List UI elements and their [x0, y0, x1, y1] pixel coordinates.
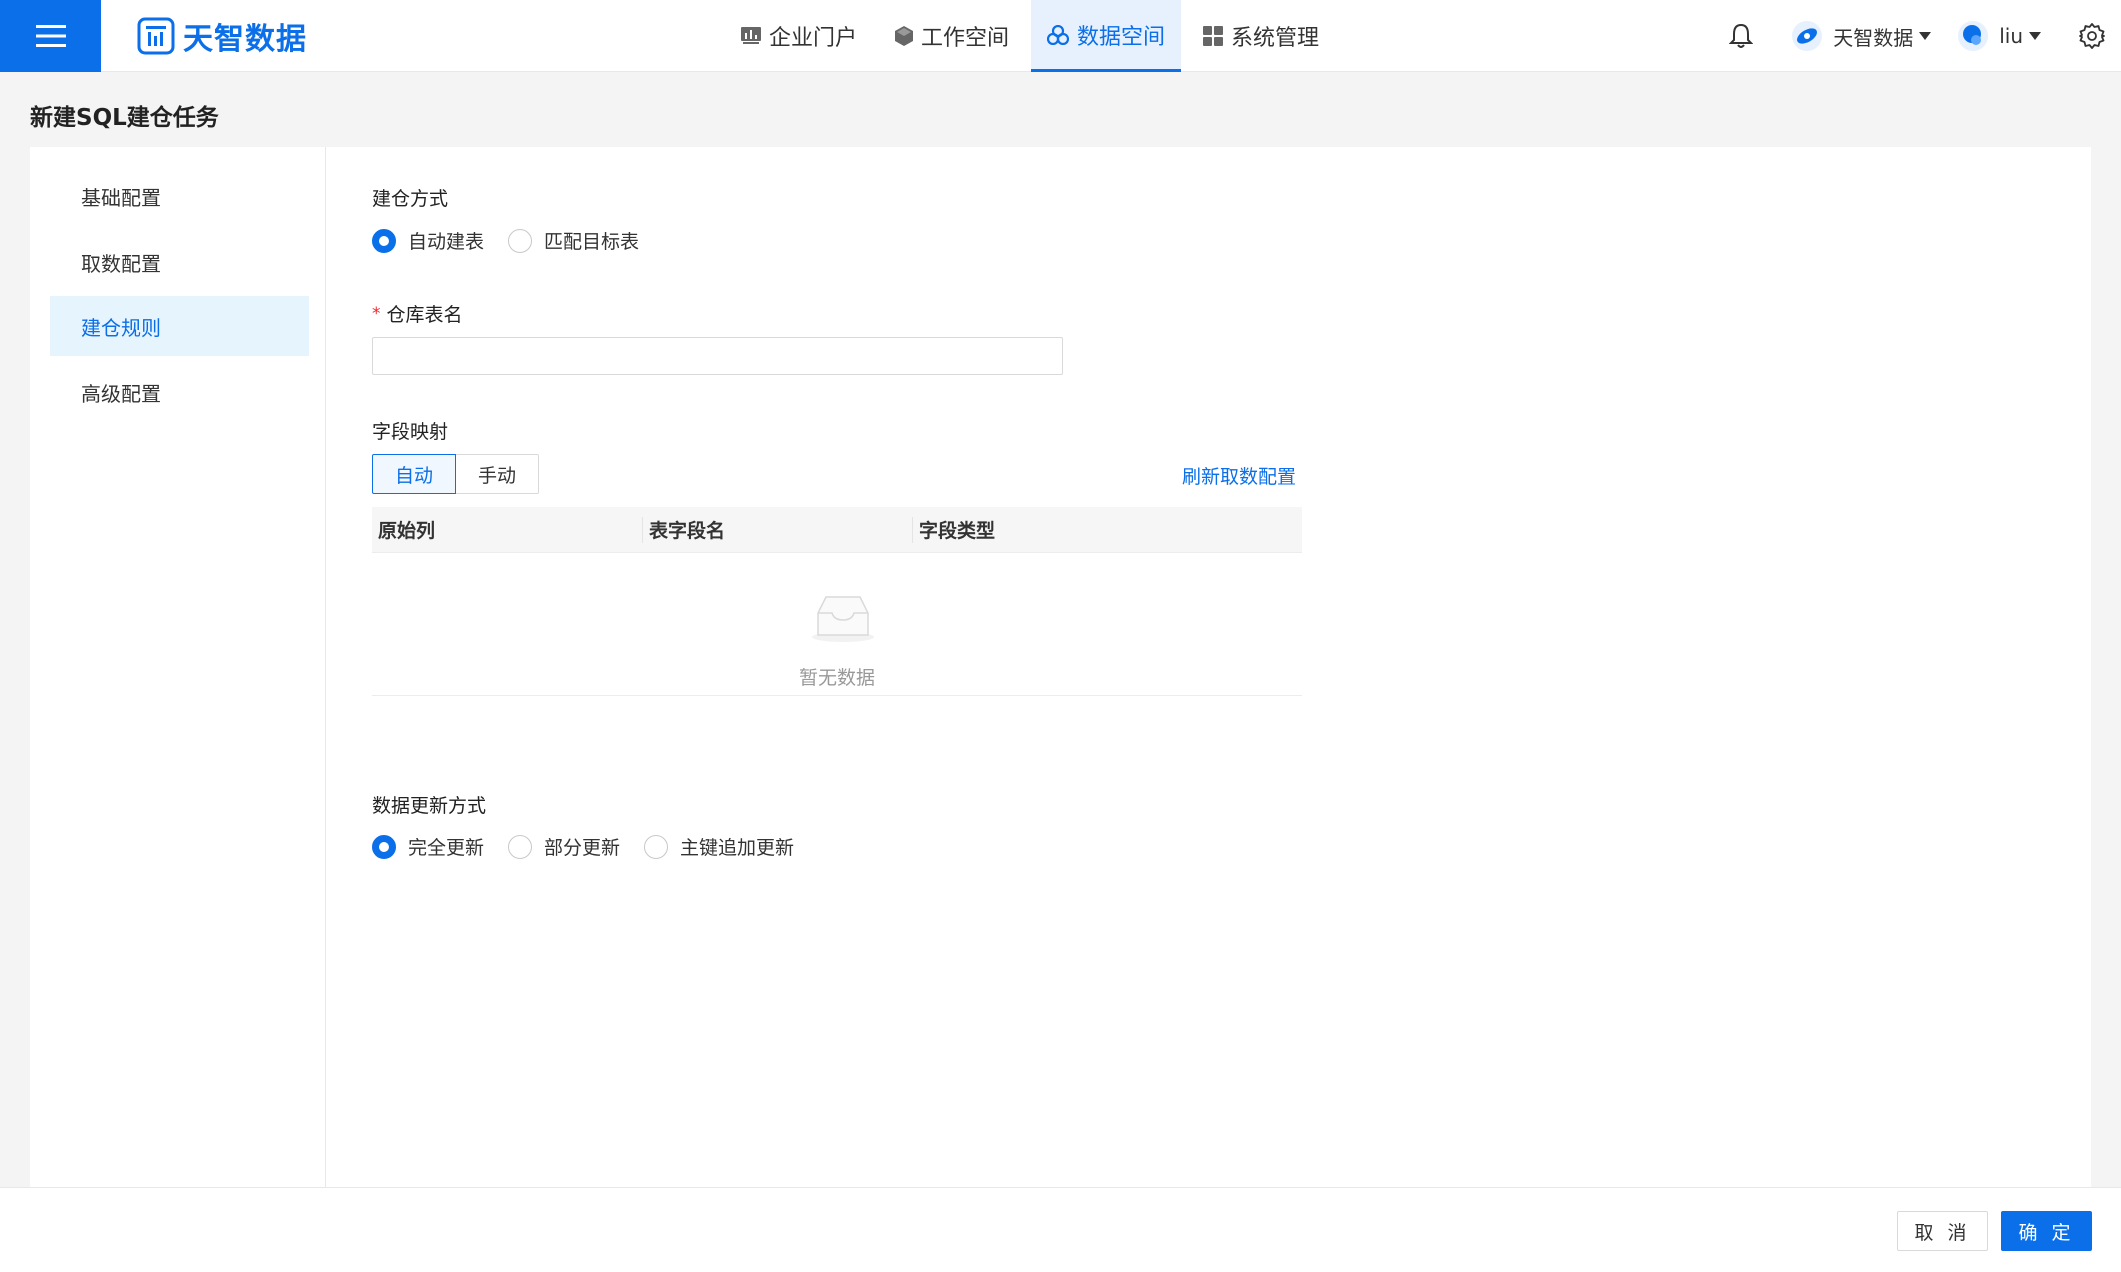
column-header-field-name: 表字段名: [642, 516, 912, 543]
mapping-mode-toggle: 自动 手动: [372, 454, 540, 494]
sidebar-item-label: 取数配置: [81, 251, 161, 276]
nav-item-label: 系统管理: [1231, 26, 1320, 51]
cube-icon: [895, 26, 914, 46]
table-name-label-row: * 仓库表名: [372, 300, 463, 327]
user-avatar-icon: [1958, 21, 1989, 51]
logo-text: 天智数据: [183, 22, 307, 57]
refresh-fetch-config-link[interactable]: 刷新取数配置: [1182, 462, 1296, 489]
required-mark: *: [372, 303, 381, 324]
logo-icon: [137, 17, 175, 55]
gear-icon: [2079, 23, 2105, 49]
build-mode-label: 建仓方式: [372, 188, 449, 210]
field-mapping-label: 字段映射: [372, 421, 449, 443]
hamburger-icon: [35, 25, 66, 47]
radio-match-target[interactable]: 匹配目标表: [508, 227, 639, 254]
chevron-down-icon: [1919, 32, 1932, 40]
sidebar-item-basic-config[interactable]: 基础配置: [50, 166, 309, 226]
page-title: 新建SQL建仓任务: [30, 105, 219, 131]
header-tools: 天智数据 liu: [1729, 0, 2121, 72]
sidebar-item-fetch-config[interactable]: 取数配置: [50, 232, 309, 292]
step-sidebar: 基础配置 取数配置 建仓规则 高级配置: [30, 147, 326, 1187]
radio-label: 部分更新: [544, 837, 621, 859]
chevron-down-icon: [2029, 32, 2041, 40]
bell-icon: [1729, 23, 1754, 48]
form-card: 基础配置 取数配置 建仓规则 高级配置 建仓方式 自动建表 匹配目标表 * 仓库…: [30, 147, 2091, 1187]
nav-item-workspace[interactable]: 工作空间: [879, 0, 1025, 72]
user-name: liu: [1999, 24, 2023, 48]
nav-item-label: 企业门户: [769, 26, 858, 51]
sidebar-item-label: 基础配置: [81, 185, 161, 210]
brand-logo[interactable]: 天智数据: [137, 15, 307, 57]
grid-icon: [1203, 26, 1224, 46]
radio-unchecked-icon: [508, 834, 533, 859]
action-footer: 取 消 确 定: [0, 1187, 2121, 1272]
mapping-mode-auto-button[interactable]: 自动: [372, 454, 457, 494]
sidebar-item-label: 建仓规则: [81, 315, 161, 340]
empty-text: 暂无数据: [798, 667, 875, 689]
table-name-label: 仓库表名: [386, 304, 463, 326]
nav-item-system[interactable]: 系统管理: [1187, 0, 1335, 72]
radio-auto-create[interactable]: 自动建表: [372, 227, 484, 254]
update-mode-radio-group: 完全更新 部分更新 主键追加更新: [372, 833, 818, 860]
radio-full-update[interactable]: 完全更新: [372, 833, 484, 860]
radio-checked-icon: [372, 834, 396, 859]
nav-item-label: 工作空间: [921, 26, 1010, 51]
radio-label: 完全更新: [408, 837, 485, 859]
update-mode-label: 数据更新方式: [372, 795, 487, 817]
confirm-button[interactable]: 确 定: [2001, 1211, 2092, 1251]
nav-item-dataspace[interactable]: 数据空间: [1031, 0, 1182, 72]
settings-button[interactable]: [2079, 23, 2105, 49]
org-name: 天智数据: [1833, 25, 1914, 50]
chart-icon: [741, 27, 761, 44]
sidebar-item-label: 高级配置: [81, 381, 161, 406]
column-header-source: 原始列: [378, 520, 436, 542]
main-nav: 企业门户 工作空间 数据空间 系统管理: [725, 0, 1341, 72]
radio-unchecked-icon: [508, 228, 533, 253]
sidebar-item-build-rules[interactable]: 建仓规则: [50, 296, 309, 356]
radio-partial-update[interactable]: 部分更新: [508, 833, 620, 860]
menu-toggle-button[interactable]: [0, 0, 101, 72]
org-switcher[interactable]: 天智数据: [1791, 20, 1932, 52]
radio-label: 主键追加更新: [680, 837, 795, 859]
radio-pk-append-update[interactable]: 主键追加更新: [644, 833, 794, 860]
nav-item-portal[interactable]: 企业门户: [725, 0, 873, 72]
nav-item-label: 数据空间: [1077, 24, 1166, 50]
cluster-icon: [1047, 24, 1070, 45]
radio-unchecked-icon: [644, 834, 669, 859]
top-bar: 天智数据 企业门户 工作空间 数据空间 系统管理 天智数据 liu: [0, 0, 2121, 72]
table-name-input[interactable]: [372, 337, 1063, 375]
sidebar-item-advanced-config[interactable]: 高级配置: [50, 362, 309, 422]
org-avatar-icon: [1792, 21, 1823, 51]
build-mode-radio-group: 自动建表 匹配目标表: [372, 227, 663, 254]
notification-button[interactable]: [1729, 23, 1754, 49]
mapping-mode-manual-button[interactable]: 手动: [456, 454, 540, 494]
user-menu[interactable]: liu: [1957, 20, 2041, 52]
form-content: 建仓方式 自动建表 匹配目标表 * 仓库表名 字段映射 自动 手动 刷新取数配置…: [372, 147, 2072, 1187]
column-header-field-type: 字段类型: [912, 516, 1182, 543]
radio-label: 自动建表: [408, 231, 485, 253]
cancel-button[interactable]: 取 消: [1897, 1211, 1988, 1251]
radio-checked-icon: [372, 228, 396, 253]
mapping-table-header: 原始列 表字段名 字段类型: [372, 507, 1302, 553]
radio-label: 匹配目标表: [544, 231, 640, 253]
mapping-table-empty: 暂无数据: [372, 553, 1302, 696]
empty-inbox-icon: [812, 596, 874, 642]
